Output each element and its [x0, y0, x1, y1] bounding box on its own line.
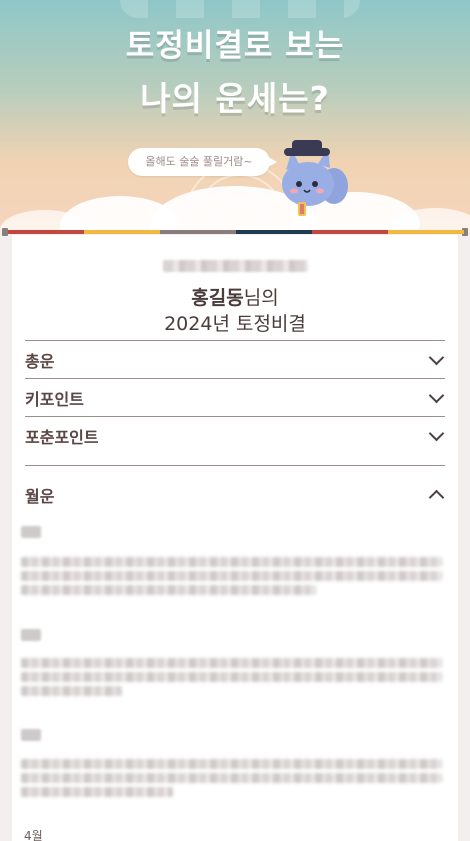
speech-bubble: 올해도 술술 풀릴거람~ [128, 148, 277, 176]
blurred-date-text [163, 260, 308, 272]
hero-pattern [120, 0, 360, 18]
blurred-paragraph [21, 658, 442, 700]
stripe-segment [160, 230, 236, 234]
stripe-segment [236, 230, 312, 234]
section-monthly-fortune[interactable]: 월운 [25, 465, 445, 523]
section-label: 월운 [25, 486, 55, 506]
hero-title-line2: 나의 운세는? [140, 79, 330, 118]
stripe-segment [312, 230, 388, 234]
hero-banner: 토정비결로 보는 나의 운세는? 올해도 술술 풀릴거람~ [0, 0, 470, 232]
mascot-icon [282, 140, 348, 216]
section-label: 키포인트 [25, 389, 84, 409]
section-label: 총운 [25, 351, 55, 371]
section-total-fortune[interactable]: 총운 [25, 340, 445, 378]
section-fortune-point[interactable]: 포춘포인트 [25, 416, 445, 454]
user-name-line: 홍길동님의 [12, 283, 458, 310]
chevron-down-icon[interactable] [427, 427, 445, 445]
blurred-paragraph [21, 557, 442, 599]
section-label: 포춘포인트 [25, 427, 99, 447]
month-label: 4월 [24, 829, 43, 841]
fortune-title: 2024년 토정비결 [164, 313, 306, 335]
chevron-up-icon[interactable] [427, 486, 445, 504]
blurred-month-label [21, 629, 41, 641]
section-key-point[interactable]: 키포인트 [25, 378, 445, 416]
blurred-month-label [21, 526, 41, 538]
user-name: 홍길동 [191, 287, 244, 309]
blurred-month-label [21, 729, 41, 741]
chevron-down-icon[interactable] [427, 351, 445, 369]
chevron-down-icon[interactable] [427, 389, 445, 407]
stripe-segment [388, 230, 464, 234]
stripe-segment [8, 230, 84, 234]
stripe-segment [84, 230, 160, 234]
user-name-suffix: 님의 [243, 287, 279, 309]
hero-title-line1: 토정비결로 보는 [125, 28, 345, 64]
fortune-card: 홍길동님의 2024년 토정비결 총운 키포인트 포춘포인트 월운 4월 [12, 235, 458, 841]
blurred-paragraph [21, 759, 442, 801]
